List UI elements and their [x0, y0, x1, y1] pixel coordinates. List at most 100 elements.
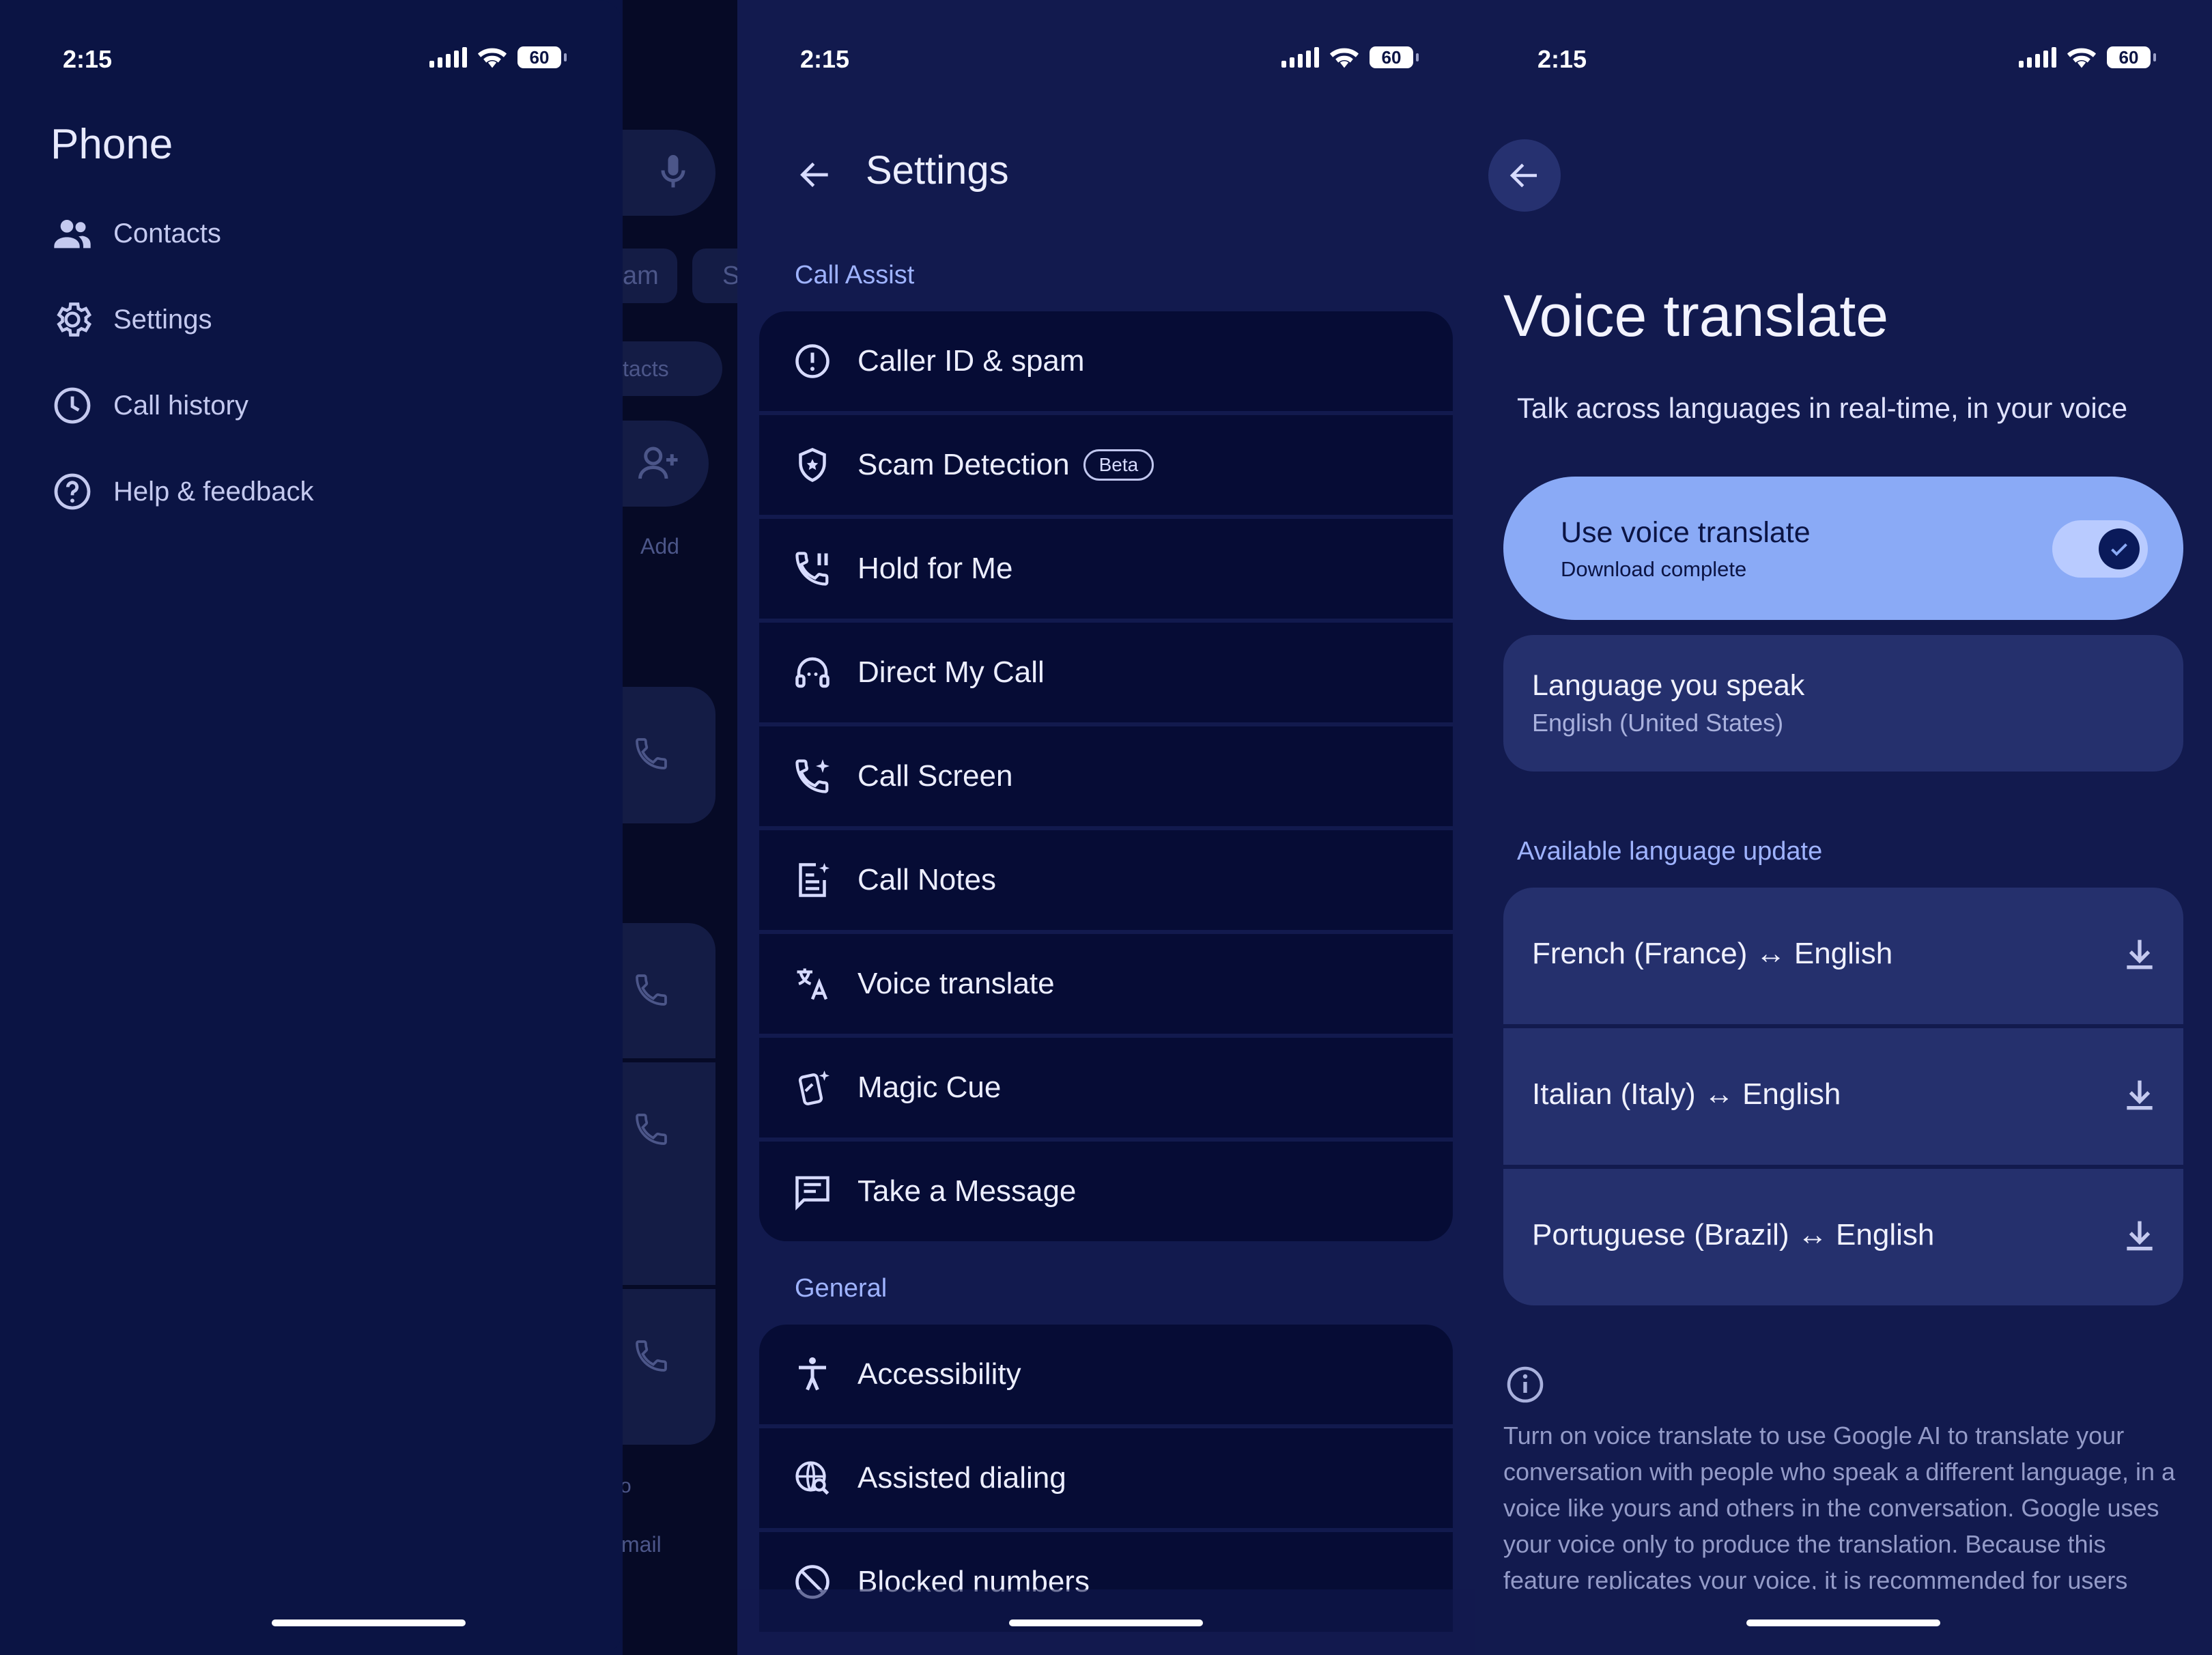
language-pair-label: Italian (Italy) ↔ English	[1532, 1077, 1841, 1111]
status-icons: 60	[429, 45, 567, 70]
download-icon[interactable]	[2118, 1214, 2161, 1258]
language-update-item[interactable]: French (France) ↔ English	[1503, 888, 2183, 1024]
settings-item-take-a-message[interactable]: Take a Message	[759, 1142, 1453, 1241]
back-button[interactable]	[1488, 139, 1561, 212]
arrow-back-icon	[1509, 163, 1537, 188]
background-chip-label: tacts	[623, 356, 669, 381]
phone-icon	[636, 1340, 667, 1372]
background-chip: am	[623, 249, 677, 303]
settings-item-label: Call Notes	[857, 863, 996, 896]
add-person-icon	[638, 447, 678, 479]
background-chip: S	[692, 249, 737, 303]
settings-item-scam-detection[interactable]: Scam Detection Beta	[759, 415, 1453, 515]
phone-drawer-screen: am S tacts Add o mail 2:15 60 Phone Cont…	[0, 0, 737, 1655]
magic-cue-icon	[788, 1063, 837, 1112]
language-label: Language you speak	[1532, 669, 1805, 702]
navigation-drawer: 2:15 60 Phone Contacts Settings Call his…	[0, 0, 623, 1655]
phone-hold-icon	[788, 544, 837, 593]
settings-item-label: Magic Cue	[857, 1071, 1002, 1104]
settings-item-magic-cue[interactable]: Magic Cue	[759, 1038, 1453, 1137]
language-pair-label: Portuguese (Brazil) ↔ English	[1532, 1218, 1935, 1251]
drawer-title: Phone	[51, 121, 173, 168]
page-title: Voice translate	[1503, 283, 1889, 349]
voice-translate-switch[interactable]	[2052, 520, 2148, 578]
language-update-item[interactable]: Italian (Italy) ↔ English	[1503, 1028, 2183, 1165]
settings-item-call-screen[interactable]: Call Screen	[759, 726, 1453, 826]
nav-item-contacts[interactable]: Contacts	[51, 206, 221, 261]
wifi-icon	[1329, 48, 1359, 68]
arrow-back-icon	[800, 162, 828, 187]
language-value: English (United States)	[1532, 709, 1784, 737]
settings-item-label: Take a Message	[857, 1174, 1077, 1208]
page-title: Settings	[866, 148, 1009, 193]
home-indicator[interactable]	[1746, 1619, 1940, 1626]
back-button[interactable]	[788, 147, 842, 202]
voice-translate-screen: 2:15 60 Voice translate Talk across lang…	[1475, 0, 2212, 1655]
settings-item-voice-translate[interactable]: Voice translate	[759, 934, 1453, 1034]
settings-item-label: Voice translate	[857, 967, 1055, 1000]
info-description: Turn on voice translate to use Google AI…	[1503, 1421, 2176, 1594]
settings-item-direct-my-call[interactable]: Direct My Call	[759, 623, 1453, 722]
settings-item-assisted-dialing[interactable]: Assisted dialing	[759, 1428, 1453, 1528]
nav-item-help-feedback[interactable]: Help & feedback	[51, 464, 314, 519]
section-header-call-assist: Call Assist	[795, 261, 915, 289]
status-icons: 60	[2019, 45, 2156, 70]
battery-icon: 60	[2107, 46, 2156, 68]
settings-item-label: Assisted dialing	[857, 1461, 1066, 1495]
nav-item-label: Help & feedback	[113, 476, 314, 507]
background-call-card	[623, 1289, 715, 1445]
wifi-icon	[2067, 48, 2097, 68]
settings-item-hold-for-me[interactable]: Hold for Me	[759, 519, 1453, 619]
message-icon	[788, 1167, 837, 1216]
settings-item-caller-id-spam[interactable]: Caller ID & spam	[759, 311, 1453, 411]
nav-item-label: Call history	[113, 390, 249, 421]
settings-item-label: Caller ID & spam	[857, 344, 1085, 378]
home-indicator[interactable]	[1009, 1619, 1203, 1626]
settings-item-call-notes[interactable]: Call Notes	[759, 830, 1453, 930]
accessibility-icon	[788, 1350, 837, 1399]
beta-badge: Beta	[1083, 449, 1154, 481]
background-call-card	[623, 687, 715, 823]
mic-icon	[661, 155, 685, 188]
signal-icon	[429, 47, 467, 68]
background-chip-label: am	[623, 261, 659, 290]
background-chip-label: S	[722, 261, 737, 290]
shield-icon	[788, 440, 837, 490]
notes-icon	[788, 855, 837, 905]
language-update-item[interactable]: Portuguese (Brazil) ↔ English	[1503, 1169, 2183, 1305]
home-indicator[interactable]	[272, 1619, 466, 1626]
wifi-icon	[477, 48, 507, 68]
settings-item-label: Hold for Me	[857, 552, 1013, 585]
download-icon[interactable]	[2118, 933, 2161, 976]
status-bar: 2:15 60	[1475, 42, 2212, 76]
status-bar: 2:15 60	[737, 42, 1475, 76]
nav-item-call-history[interactable]: Call history	[51, 378, 249, 433]
check-icon	[2111, 543, 2127, 556]
language-you-speak-card[interactable]: Language you speak English (United State…	[1503, 635, 2183, 772]
nav-item-label: Contacts	[113, 218, 221, 249]
gear-icon	[57, 302, 92, 337]
clock-icon	[54, 387, 91, 424]
alert-circle-icon	[788, 337, 837, 386]
section-header-language-update: Available language update	[1517, 837, 1823, 866]
status-bar: 2:15 60	[0, 42, 623, 76]
toggle-label: Use voice translate	[1561, 516, 1811, 549]
settings-item-label: Direct My Call	[857, 655, 1045, 689]
status-time: 2:15	[1537, 45, 1587, 73]
background-search-bar	[623, 130, 715, 216]
status-time: 2:15	[63, 45, 113, 73]
download-icon[interactable]	[2118, 1073, 2161, 1117]
nav-item-settings[interactable]: Settings	[51, 292, 212, 347]
translate-icon	[788, 959, 837, 1008]
status-icons: 60	[1281, 45, 1419, 70]
help-icon	[54, 473, 91, 510]
globe-search-icon	[788, 1454, 837, 1503]
use-voice-translate-toggle-card[interactable]: Use voice translate Download complete	[1503, 477, 2183, 620]
section-header-general: General	[795, 1274, 888, 1303]
phone-sparkle-icon	[788, 752, 837, 801]
nav-item-label: Settings	[113, 304, 212, 335]
language-pair-label: French (France) ↔ English	[1532, 937, 1893, 970]
signal-icon	[1281, 47, 1319, 68]
background-call-card	[623, 1062, 715, 1285]
settings-item-accessibility[interactable]: Accessibility	[759, 1325, 1453, 1424]
